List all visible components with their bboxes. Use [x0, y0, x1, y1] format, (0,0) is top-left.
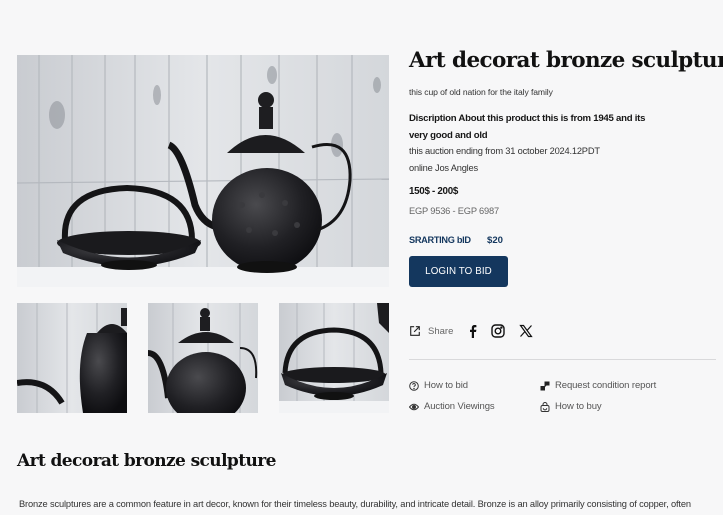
- price-range: 150$ - 200$: [409, 186, 458, 197]
- section-body: Bronze sculptures are a common feature i…: [19, 499, 691, 509]
- request-condition-report-label: Request condition report: [555, 380, 657, 391]
- eye-icon: [409, 403, 419, 410]
- thumbnail-3[interactable]: [279, 303, 389, 413]
- divider: [409, 359, 716, 360]
- how-to-bid-label: How to bid: [424, 380, 468, 391]
- share-icon[interactable]: [409, 324, 423, 338]
- login-to-bid-button[interactable]: LOGIN TO BID: [409, 256, 508, 287]
- product-subtitle: this cup of old nation for the italy fam…: [409, 87, 553, 97]
- starting-bid-value: $20: [487, 235, 504, 246]
- facebook-icon[interactable]: [466, 324, 480, 338]
- shopping-bag-icon: [540, 401, 550, 412]
- product-title: Art decorat bronze sculpture: [409, 48, 723, 73]
- instagram-icon[interactable]: [491, 324, 506, 338]
- request-condition-report-link[interactable]: Request condition report: [540, 380, 656, 391]
- report-icon: [540, 381, 550, 390]
- how-to-buy-link[interactable]: How to buy: [540, 401, 602, 412]
- share-row: Share: [409, 322, 534, 340]
- auction-location-text: online Jos Angles: [409, 163, 478, 173]
- auction-viewings-link[interactable]: Auction Viewings: [409, 401, 495, 412]
- how-to-buy-label: How to buy: [555, 401, 602, 412]
- auction-ending-text: this auction ending from 31 october 2024…: [409, 146, 600, 156]
- starting-bid-label: SRARTING bID: [409, 235, 471, 245]
- share-label[interactable]: Share: [428, 326, 453, 337]
- help-circle-icon: [409, 380, 419, 391]
- auction-viewings-label: Auction Viewings: [424, 401, 495, 412]
- product-description: Discription About this product this is f…: [409, 113, 646, 141]
- egp-price-range: EGP 9536 - EGP 6987: [409, 206, 499, 216]
- main-product-image[interactable]: [17, 55, 389, 287]
- thumbnail-1[interactable]: [17, 303, 127, 413]
- x-icon[interactable]: [519, 324, 534, 338]
- section-title: Art decorat bronze sculpture: [17, 451, 276, 471]
- thumbnail-2[interactable]: [148, 303, 258, 413]
- how-to-bid-link[interactable]: How to bid: [409, 380, 468, 391]
